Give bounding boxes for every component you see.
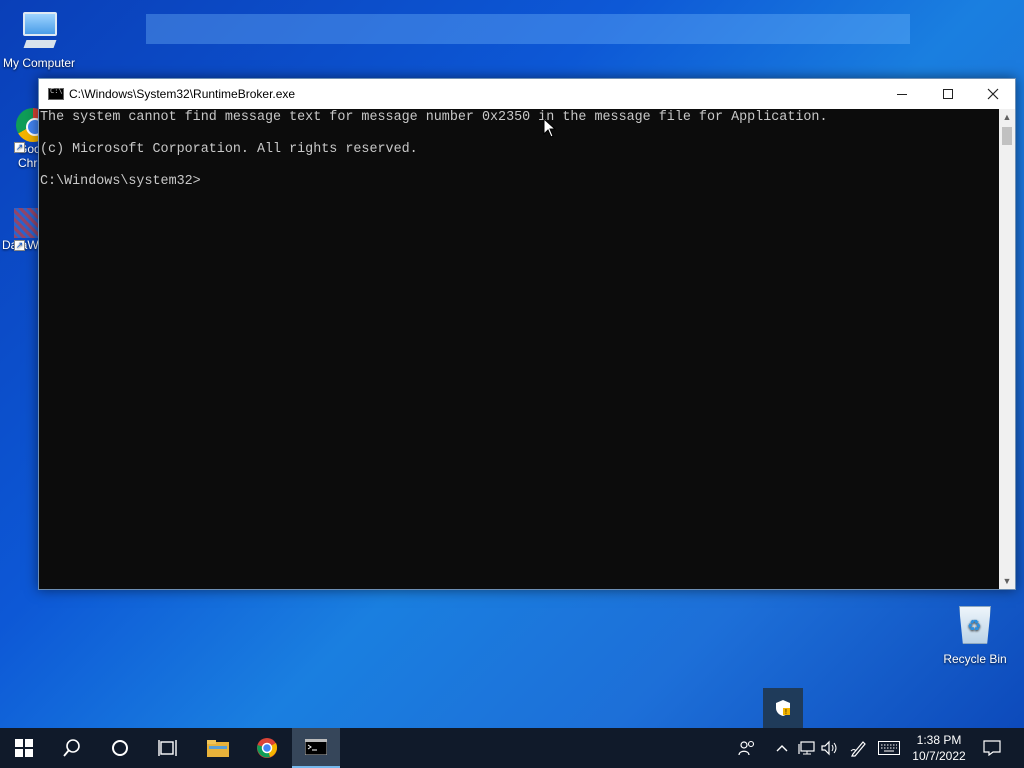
file-explorer-icon bbox=[207, 740, 229, 757]
clock-date: 10/7/2022 bbox=[912, 749, 966, 763]
cortana-icon bbox=[112, 740, 128, 756]
window-title: C:\Windows\System32\RuntimeBroker.exe bbox=[69, 87, 296, 101]
console-output[interactable]: The system cannot find message text for … bbox=[39, 109, 999, 589]
console-line: (c) Microsoft Corporation. All rights re… bbox=[40, 142, 418, 157]
desktop-icon-label: My Computer bbox=[2, 56, 76, 70]
chrome-taskbar-button[interactable] bbox=[243, 728, 291, 768]
pen-workspace-button[interactable] bbox=[848, 728, 870, 768]
desktop-icon-dataw[interactable]: ↗ DataW bbox=[0, 208, 44, 252]
window-titlebar[interactable]: C:\Windows\System32\RuntimeBroker.exe bbox=[39, 79, 1015, 109]
security-warning-button[interactable]: ! bbox=[763, 688, 803, 728]
desktop-highlight-band bbox=[146, 14, 910, 44]
file-explorer-button[interactable] bbox=[194, 728, 242, 768]
minimize-icon bbox=[897, 93, 907, 95]
chrome-icon bbox=[257, 738, 278, 758]
task-view-icon bbox=[158, 740, 177, 756]
maximize-button[interactable] bbox=[925, 79, 971, 109]
scroll-down-icon[interactable]: ▼ bbox=[999, 573, 1015, 589]
shield-warning-icon: ! bbox=[776, 700, 790, 716]
terminal-taskbar-button[interactable] bbox=[292, 728, 340, 768]
chevron-up-icon bbox=[776, 745, 788, 752]
people-icon bbox=[738, 740, 755, 756]
search-icon bbox=[63, 739, 80, 757]
shortcut-arrow-icon: ↗ bbox=[14, 240, 25, 251]
scrollbar-thumb[interactable] bbox=[1002, 127, 1012, 145]
console-window[interactable]: C:\Windows\System32\RuntimeBroker.exe Th… bbox=[38, 78, 1016, 590]
recycle-bin-icon: ♻ bbox=[955, 602, 995, 646]
desktop-icon-my-computer[interactable]: My Computer bbox=[0, 8, 78, 70]
task-view-button[interactable] bbox=[144, 728, 192, 768]
minimize-button[interactable] bbox=[879, 79, 925, 109]
cortana-button[interactable] bbox=[96, 728, 144, 768]
show-hidden-icons-button[interactable] bbox=[772, 728, 792, 768]
desktop-icon-chrome[interactable]: ↗ Goo Chr bbox=[0, 108, 50, 170]
touch-keyboard-button[interactable] bbox=[876, 728, 902, 768]
pen-icon bbox=[850, 741, 866, 757]
clock-time: 1:38 PM bbox=[916, 733, 962, 747]
network-button[interactable] bbox=[796, 728, 818, 768]
close-button[interactable] bbox=[970, 79, 1016, 109]
start-button[interactable] bbox=[0, 728, 48, 768]
console-app-icon[interactable] bbox=[48, 87, 64, 100]
notification-icon bbox=[983, 740, 1001, 756]
terminal-icon bbox=[305, 739, 327, 755]
search-button[interactable] bbox=[48, 728, 96, 768]
taskbar: 1:38 PM 10/7/2022 bbox=[0, 728, 1024, 768]
people-button[interactable] bbox=[734, 728, 760, 768]
console-line: The system cannot find message text for … bbox=[40, 110, 828, 125]
start-icon bbox=[15, 739, 33, 757]
system-clock[interactable]: 1:38 PM 10/7/2022 bbox=[906, 732, 972, 764]
svg-text:!: ! bbox=[785, 709, 787, 716]
volume-button[interactable] bbox=[820, 728, 840, 768]
desktop-icon-recycle-bin[interactable]: ♻ Recycle Bin bbox=[940, 602, 1010, 666]
scroll-up-icon[interactable]: ▲ bbox=[999, 109, 1015, 125]
action-center-button[interactable] bbox=[978, 728, 1006, 768]
volume-icon bbox=[821, 740, 837, 756]
computer-icon bbox=[17, 8, 61, 52]
shortcut-arrow-icon: ↗ bbox=[14, 142, 25, 153]
keyboard-icon bbox=[878, 741, 900, 755]
console-prompt: C:\Windows\system32> bbox=[40, 174, 201, 189]
close-icon bbox=[987, 88, 999, 100]
desktop-icon-label: Recycle Bin bbox=[943, 652, 1007, 666]
vertical-scrollbar[interactable]: ▲ ▼ bbox=[999, 109, 1015, 589]
maximize-icon bbox=[943, 89, 953, 99]
network-icon bbox=[798, 741, 815, 755]
